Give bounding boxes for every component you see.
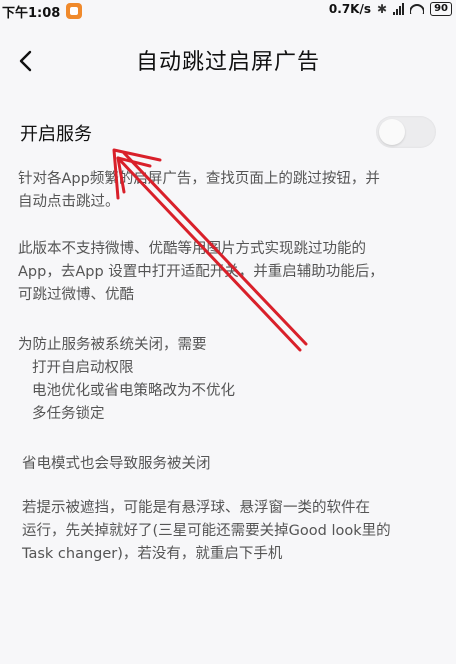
signal-icon: [393, 3, 405, 15]
status-time: 下午1:08: [2, 5, 61, 21]
bluetooth-icon: ✱: [377, 2, 388, 16]
page-title: 自动跳过启屏广告: [135, 50, 320, 75]
description-paragraph-2: 此版本不支持微博、优酷等用图片方式实现跳过功能的 App，去App 设置中打开适…: [18, 238, 442, 307]
description-paragraph-4: 省电模式也会导致服务被关闭: [18, 453, 446, 476]
desc-line: 为防止服务被系统关闭，需要: [18, 337, 207, 353]
network-speed: 0.7K/s: [328, 2, 372, 16]
desc-line: 省电模式也会导致服务被关闭: [22, 456, 211, 472]
desc-line: 自动点击跳过。: [18, 194, 120, 210]
toggle-knob: [379, 119, 405, 145]
wifi-icon: [410, 4, 425, 14]
service-label: 开启服务: [20, 124, 92, 145]
desc-line: 可跳过微博、优酷: [18, 287, 134, 303]
description-paragraph-3: 为防止服务被系统关闭，需要 打开自启动权限 电池优化或省电策略改为不优化 多任务…: [18, 334, 442, 426]
desc-line: 针对各App频繁的启屏广告，查找页面上的跳过按钮，并: [18, 171, 380, 187]
desc-line: 此版本不支持微博、优酷等用图片方式实现跳过功能的: [18, 241, 366, 257]
desc-list-item: 多任务锁定: [32, 406, 105, 422]
desc-line: 若提示被遮挡，可能是有悬浮球、悬浮窗一类的软件在: [22, 500, 370, 516]
description-paragraph-5: 若提示被遮挡，可能是有悬浮球、悬浮窗一类的软件在 运行，先关掉就好了(三星可能还…: [18, 497, 446, 566]
service-toggle-row[interactable]: 开启服务: [0, 112, 456, 156]
status-indicators: 0.7K/s ✱ 90: [329, 2, 452, 16]
battery-icon: 90: [430, 2, 452, 16]
desc-list-item: 电池优化或省电策略改为不优化: [32, 383, 235, 399]
nav-bar: 自动跳过启屏广告: [0, 36, 456, 86]
desc-list-item: 打开自启动权限: [32, 360, 134, 376]
desc-line: App，去App 设置中打开适配开关，并重启辅助功能后，: [18, 264, 384, 280]
description-paragraph-1: 针对各App频繁的启屏广告，查找页面上的跳过按钮，并 自动点击跳过。: [18, 168, 442, 214]
service-toggle[interactable]: [376, 116, 436, 148]
status-bar: 下午1:08 0.7K/s ✱ 90: [0, 0, 456, 22]
app-notification-icon: [66, 3, 83, 19]
desc-line: Task changer)，若没有，就重启下手机: [22, 546, 283, 562]
desc-line: 运行，先关掉就好了(三星可能还需要关掉Good look里的: [22, 523, 391, 539]
